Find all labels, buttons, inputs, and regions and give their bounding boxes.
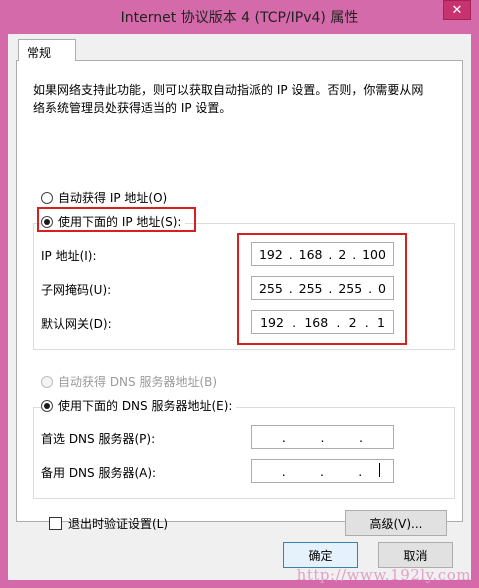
window-title: Internet 协议版本 4 (TCP/IPv4) 属性	[120, 10, 359, 26]
description-text: 如果网络支持此功能，则可以获取自动指派的 IP 设置。否则，你需要从网络系统管理…	[33, 83, 424, 115]
auto-ip-radio[interactable]: 自动获得 IP 地址(O)	[41, 189, 167, 206]
preferred-dns-field[interactable]: . . .	[251, 425, 394, 449]
subnet-mask-label: 子网掩码(U):	[41, 283, 112, 297]
auto-dns-label: 自动获得 DNS 服务器地址(B)	[58, 375, 218, 389]
dns-group	[33, 407, 455, 499]
ip-address-label: IP 地址(I):	[41, 249, 97, 263]
dialog-body: 常规 如果网络支持此功能，则可以获取自动指派的 IP 设置。否则，你需要从网络系…	[8, 34, 471, 580]
ok-button[interactable]: 确定	[283, 542, 358, 568]
checkbox-icon	[49, 517, 62, 530]
alternate-dns-label: 备用 DNS 服务器(A):	[41, 466, 157, 480]
radio-icon	[41, 375, 53, 388]
cancel-button[interactable]: 取消	[378, 542, 453, 568]
close-button[interactable]: ✕	[443, 0, 471, 20]
manual-dns-radio[interactable]: 使用下面的 DNS 服务器地址(E):	[41, 397, 237, 414]
text-cursor	[379, 462, 381, 480]
default-gateway-label: 默认网关(D):	[41, 317, 112, 331]
auto-ip-label: 自动获得 IP 地址(O)	[58, 191, 168, 205]
validate-settings-label: 退出时验证设置(L)	[68, 517, 169, 531]
auto-dns-radio[interactable]: 自动获得 DNS 服务器地址(B)	[41, 373, 217, 390]
title-bar: Internet 协议版本 4 (TCP/IPv4) 属性 ✕	[0, 0, 479, 34]
highlight-manual-ip	[37, 207, 196, 232]
radio-selected-icon	[41, 399, 53, 412]
general-panel: 如果网络支持此功能，则可以获取自动指派的 IP 设置。否则，你需要从网络系统管理…	[16, 60, 463, 536]
alternate-dns-field[interactable]: . . .	[251, 459, 394, 483]
advanced-button[interactable]: 高级(V)...	[345, 510, 447, 536]
validate-settings-checkbox[interactable]: 退出时验证设置(L)	[49, 515, 168, 532]
close-icon: ✕	[451, 2, 463, 18]
manual-dns-label: 使用下面的 DNS 服务器地址(E):	[58, 399, 233, 413]
highlight-ip-fields	[237, 233, 407, 345]
preferred-dns-label: 首选 DNS 服务器(P):	[41, 432, 156, 446]
watermark: http://www.192ly.com	[296, 566, 471, 584]
radio-icon	[41, 191, 53, 204]
tab-general[interactable]: 常规	[18, 39, 76, 61]
